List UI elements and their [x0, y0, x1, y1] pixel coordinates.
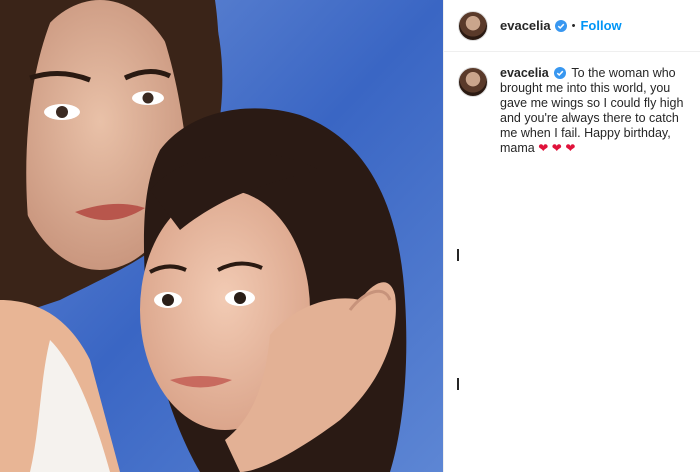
author-username[interactable]: evacelia [500, 18, 551, 33]
photo-illustration [0, 0, 443, 472]
caption-username[interactable]: evacelia [500, 66, 549, 80]
heart-emoji-icon: ❤ [565, 141, 576, 155]
post-image[interactable] [0, 0, 443, 472]
follow-button[interactable]: Follow [580, 18, 621, 33]
verified-badge-icon [554, 67, 567, 79]
heart-emoji-icon: ❤ [551, 141, 562, 155]
instagram-post: evacelia • Follow evacelia To the woman … [0, 0, 700, 472]
post-sidebar: evacelia • Follow evacelia To the woman … [443, 0, 700, 472]
heart-emoji-icon: ❤ [538, 141, 549, 155]
scroll-edge-mark [457, 378, 459, 390]
scroll-edge-mark [457, 249, 459, 261]
verified-badge-icon [554, 19, 567, 32]
caption-avatar[interactable] [458, 67, 488, 97]
caption-comment: evacelia To the woman who brought me int… [444, 52, 700, 156]
author-avatar[interactable] [458, 10, 488, 41]
caption-text-block: evacelia To the woman who brought me int… [500, 66, 686, 156]
post-header: evacelia • Follow [444, 0, 700, 52]
header-separator: • [571, 19, 576, 32]
